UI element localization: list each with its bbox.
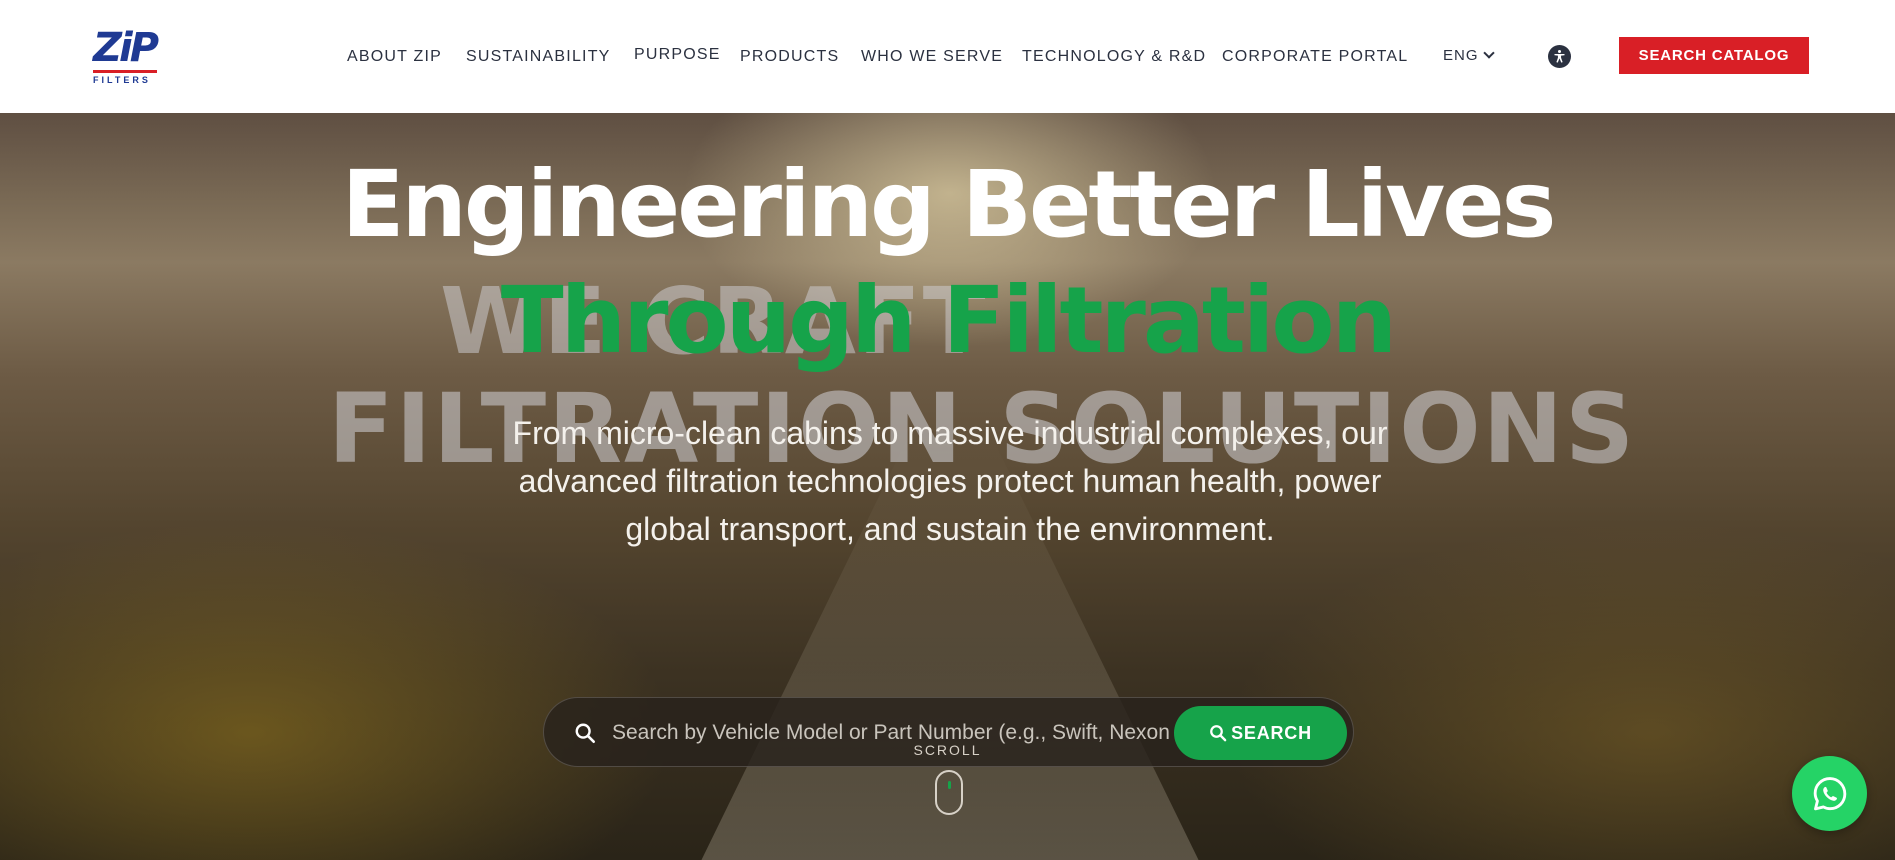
language-selector[interactable]: ENG	[1443, 47, 1495, 64]
logo-mark: ZiP	[93, 25, 159, 71]
search-button-icon	[1210, 725, 1227, 742]
search-icon	[575, 723, 595, 743]
site-header: ZiP FILTERS ABOUT ZIP SUSTAINABILITY PUR…	[0, 0, 1895, 113]
hero-headline-line1: Engineering Better Lives	[341, 151, 1557, 258]
nav-technology-rd[interactable]: TECHNOLOGY & R&D	[1022, 48, 1206, 66]
accessibility-icon[interactable]	[1548, 45, 1571, 68]
accessibility-glyph	[1554, 50, 1565, 63]
whatsapp-icon	[1813, 776, 1846, 810]
whatsapp-button[interactable]	[1792, 756, 1867, 831]
hero-section: WE CRAFT FILTRATION SOLUTIONS Engineerin…	[0, 113, 1895, 860]
search-catalog-button[interactable]: SEARCH CATALOG	[1619, 37, 1809, 74]
nav-about-zip[interactable]: ABOUT ZIP	[347, 48, 442, 66]
nav-purpose[interactable]: PURPOSE	[634, 46, 721, 64]
language-label: ENG	[1443, 47, 1479, 64]
scroll-indicator-dot	[948, 781, 951, 789]
chevron-down-icon	[1482, 47, 1495, 59]
nav-sustainability[interactable]: SUSTAINABILITY	[466, 48, 611, 66]
hero-lead-text: From micro-clean cabins to massive indus…	[512, 415, 1388, 547]
scroll-label: SCROLL	[913, 742, 982, 758]
nav-who-we-serve[interactable]: WHO WE SERVE	[861, 48, 1003, 66]
hero-headline-line2: Through Filtration	[500, 267, 1397, 374]
zip-filters-logo[interactable]: ZiP FILTERS	[93, 25, 159, 85]
scroll-mouse-icon[interactable]	[935, 770, 963, 815]
search-button-label: SEARCH	[1231, 722, 1312, 743]
logo-subtitle: FILTERS	[93, 75, 151, 85]
nav-products[interactable]: PRODUCTS	[740, 48, 839, 66]
nav-corporate-portal[interactable]: CORPORATE PORTAL	[1222, 48, 1408, 66]
